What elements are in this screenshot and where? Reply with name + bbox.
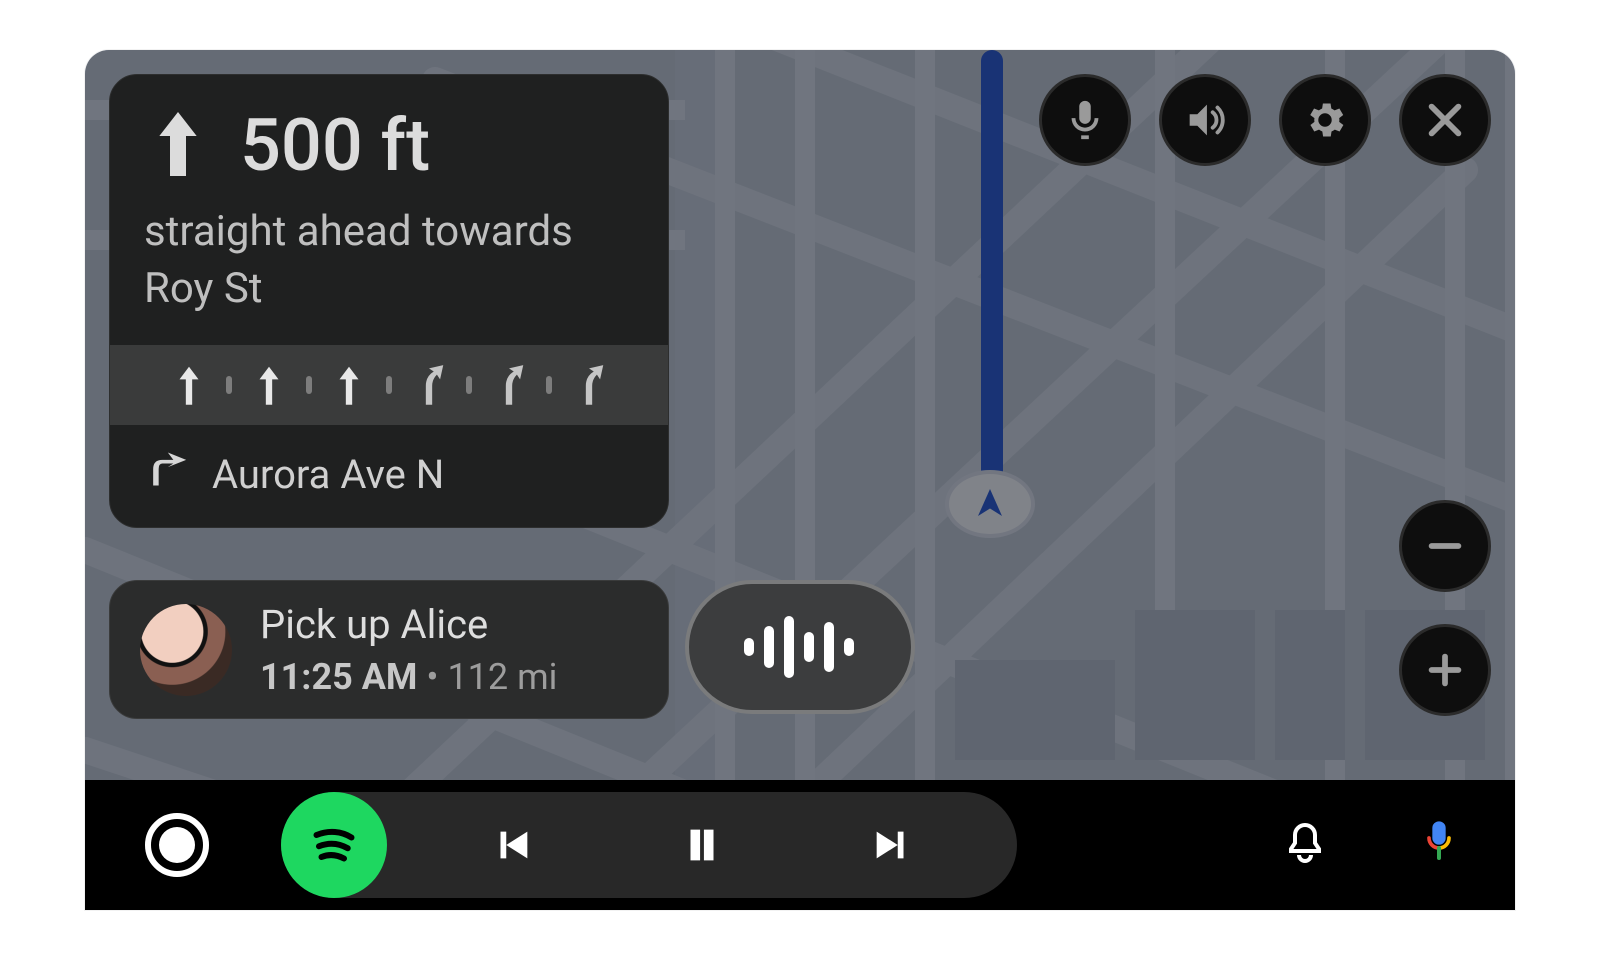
lane-divider (386, 376, 392, 394)
lane-guidance (110, 345, 668, 425)
lane-slight-right-icon (570, 361, 608, 409)
bell-icon (1281, 819, 1329, 867)
lane-divider (546, 376, 552, 394)
mic-button[interactable] (1039, 74, 1131, 166)
lane-straight-icon (170, 361, 208, 409)
gear-icon (1302, 97, 1348, 143)
lane-slight-right-icon (410, 361, 448, 409)
zoom-controls (1399, 500, 1491, 716)
step-distance: 500 ft (240, 103, 430, 188)
home-indicator[interactable] (145, 813, 209, 877)
play-pause-button[interactable] (667, 822, 737, 868)
settings-button[interactable] (1279, 74, 1371, 166)
sound-icon (1182, 97, 1228, 143)
task-distance: 112 mi (447, 656, 557, 698)
task-time: 11:25 AM (260, 656, 417, 698)
app-stage: 500 ft straight ahead towards Roy St (85, 50, 1515, 910)
skip-previous-icon (489, 822, 535, 868)
lane-divider (306, 376, 312, 394)
navigation-cursor-icon (972, 486, 1008, 522)
notifications-button[interactable] (1281, 819, 1329, 871)
lane-divider (226, 376, 232, 394)
route-polyline (981, 50, 1003, 500)
step-description: straight ahead towards Roy St (110, 204, 668, 345)
skip-next-button[interactable] (857, 822, 927, 868)
task-separator: • (426, 656, 447, 698)
zoom-out-button[interactable] (1399, 500, 1491, 592)
lane-straight-icon (330, 361, 368, 409)
close-button[interactable] (1399, 74, 1491, 166)
avatar (140, 604, 232, 696)
maneuver-icon (144, 104, 212, 188)
top-actions (1039, 74, 1491, 166)
lane-straight-icon (250, 361, 288, 409)
plus-icon (1422, 647, 1468, 693)
navigation-card: 500 ft straight ahead towards Roy St (109, 74, 669, 528)
task-title: Pick up Alice (260, 601, 557, 648)
next-step-street: Aurora Ave N (212, 451, 444, 498)
next-step-row: Aurora Ave N (110, 425, 668, 527)
current-position-puck (945, 470, 1035, 538)
skip-next-icon (869, 822, 915, 868)
close-icon (1422, 97, 1468, 143)
task-subtitle: 11:25 AM • 112 mi (260, 656, 557, 698)
spotify-icon (304, 815, 364, 875)
assistant-mic-icon (1419, 817, 1459, 869)
lane-slight-right-icon (490, 361, 528, 409)
microphone-icon (1062, 97, 1108, 143)
task-card[interactable]: Pick up Alice 11:25 AM • 112 mi (109, 580, 669, 719)
assistant-button[interactable] (1419, 817, 1459, 873)
turn-right-icon (144, 447, 188, 501)
skip-previous-button[interactable] (477, 822, 547, 868)
pause-icon (679, 822, 725, 868)
minus-icon (1422, 523, 1468, 569)
system-bottom-bar (85, 780, 1515, 910)
sound-button[interactable] (1159, 74, 1251, 166)
music-app-button[interactable] (281, 792, 387, 898)
zoom-in-button[interactable] (1399, 624, 1491, 716)
lane-divider (466, 376, 472, 394)
media-controls-pill (281, 792, 1017, 898)
voice-input-pill[interactable] (685, 580, 915, 714)
waveform-icon (740, 614, 860, 680)
